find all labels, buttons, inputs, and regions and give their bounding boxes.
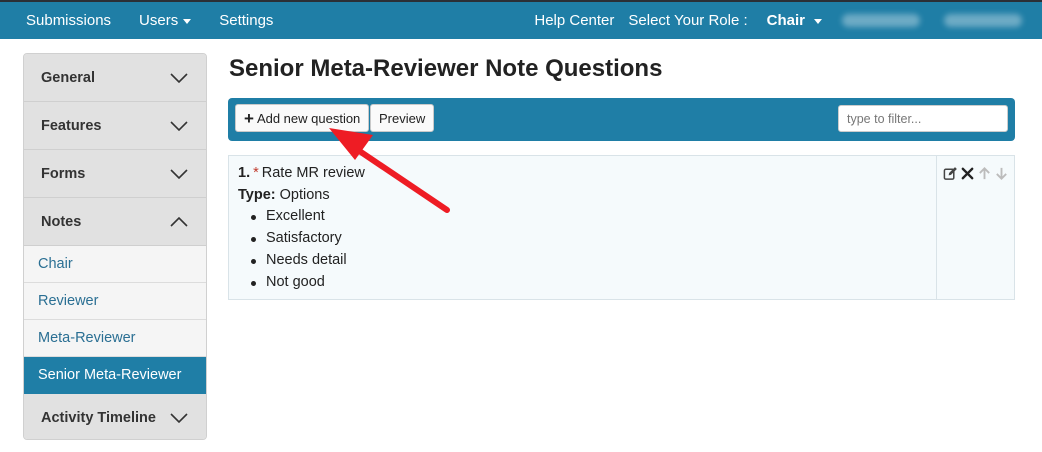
caret-down-icon (814, 18, 822, 24)
question-card: 1. * Rate MR review Type: Options Excellen… (228, 155, 1015, 300)
required-marker: * (253, 165, 259, 181)
nav-users[interactable]: Users (125, 2, 205, 39)
question-number: 1. (238, 165, 251, 181)
sidebar-item-reviewer[interactable]: Reviewer (24, 283, 206, 320)
edit-icon[interactable] (943, 165, 958, 181)
sidebar: General Features Forms Notes Chair Revie… (23, 53, 207, 440)
add-new-question-button[interactable]: + Add new question (235, 104, 370, 132)
top-navbar: Submissions Users Settings Help Center S… (0, 0, 1042, 39)
question-type: Type: Options (238, 187, 927, 203)
plus-icon: + (244, 108, 254, 128)
chevron-up-icon (170, 216, 188, 227)
list-item: Satisfactory (238, 228, 927, 250)
sidebar-section-features[interactable]: Features (24, 102, 206, 150)
sidebar-section-forms[interactable]: Forms (24, 150, 206, 198)
sidebar-section-notes[interactable]: Notes (24, 198, 206, 246)
chevron-down-icon (170, 120, 188, 131)
chevron-down-icon (170, 413, 188, 423)
move-down-icon[interactable] (994, 165, 1009, 181)
nav-role-label: Select Your Role : (628, 12, 748, 29)
question-options-list: Excellent Satisfactory Needs detail Not … (238, 206, 927, 294)
filter-input[interactable] (838, 105, 1008, 132)
add-button-label: Add new question (256, 110, 361, 126)
redacted-text (944, 14, 1022, 27)
move-up-icon[interactable] (977, 165, 992, 181)
list-item: Not good (238, 272, 927, 294)
sidebar-item-chair[interactable]: Chair (24, 246, 206, 283)
nav-settings[interactable]: Settings (205, 2, 287, 39)
nav-submissions[interactable]: Submissions (0, 2, 125, 39)
blurred-menu-2[interactable] (932, 14, 1042, 27)
role-dropdown[interactable]: Chair (755, 12, 830, 29)
sidebar-section-label: Forms (41, 165, 86, 182)
role-value: Chair (766, 12, 805, 29)
question-title-row: 1. * Rate MR review (238, 165, 927, 181)
list-item: Excellent (238, 206, 927, 228)
questions-toolbar: + Add new question Preview (228, 98, 1015, 141)
question-body: 1. * Rate MR review Type: Options Excellen… (229, 156, 937, 299)
question-title: Rate MR review (261, 165, 365, 181)
question-type-value: Options (279, 187, 330, 203)
question-type-label: Type: (238, 187, 276, 203)
sidebar-item-meta-reviewer[interactable]: Meta-Reviewer (24, 320, 206, 357)
question-actions (943, 165, 1009, 181)
sidebar-item-senior-meta-reviewer[interactable]: Senior Meta-Reviewer (24, 357, 206, 394)
blurred-menu-1[interactable] (830, 14, 932, 27)
sidebar-section-activity-timeline[interactable]: Activity Timeline (24, 394, 206, 439)
sidebar-section-general[interactable]: General (24, 54, 206, 102)
chevron-down-icon (170, 168, 188, 179)
nav-users-label: Users (139, 12, 179, 29)
nav-help-center[interactable]: Help Center (527, 12, 621, 29)
caret-down-icon (183, 18, 192, 24)
delete-icon[interactable] (960, 165, 975, 181)
chevron-down-icon (170, 72, 188, 83)
page-title: Senior Meta-Reviewer Note Questions (229, 55, 663, 82)
sidebar-section-label: Notes (41, 213, 82, 230)
sidebar-section-label: Features (41, 117, 102, 134)
sidebar-section-label: Activity Timeline (41, 410, 156, 426)
sidebar-section-label: General (41, 69, 95, 86)
preview-button[interactable]: Preview (370, 104, 435, 132)
redacted-text (842, 14, 920, 27)
list-item: Needs detail (238, 250, 927, 272)
